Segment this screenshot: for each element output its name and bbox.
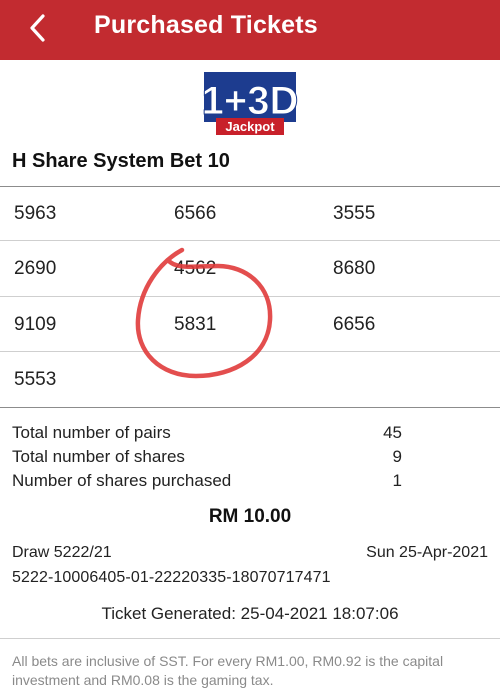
summary-value: 45: [383, 423, 402, 442]
app-bar: Purchased Tickets: [0, 0, 500, 60]
logo-sub-text: Jackpot: [225, 119, 275, 134]
bet-number: 3555: [333, 203, 376, 224]
page-title: Purchased Tickets: [94, 11, 318, 39]
bet-number: 5553: [14, 369, 57, 390]
summary-value: 9: [392, 447, 402, 466]
divider: [0, 407, 500, 408]
summary-label: Total number of shares: [12, 447, 185, 466]
total-amount: RM 10.00: [208, 506, 292, 527]
bet-number: 5831: [174, 314, 217, 335]
back-button[interactable]: [22, 8, 54, 48]
ticket-number: 5222-10006405-01-22220335-18070717471: [12, 569, 331, 586]
summary-label: Total number of pairs: [12, 423, 171, 442]
summary-label: Number of shares purchased: [12, 471, 232, 490]
ticket-generated: Ticket Generated: 25-04-2021 18:07:06: [101, 604, 399, 623]
jackpot-logo: 1+3D Jackpot: [201, 70, 299, 137]
bet-number: 2690: [14, 258, 57, 279]
draw-number: Draw 5222/21: [12, 544, 112, 561]
chevron-left-icon: [30, 14, 45, 42]
bet-number: 6566: [174, 203, 217, 224]
divider: [0, 638, 500, 639]
row-divider: [0, 351, 500, 352]
logo-main-text: 1+3D: [202, 79, 298, 123]
summary-row-shares: Total number of shares 9: [12, 447, 402, 471]
bet-number: 6656: [333, 314, 376, 335]
bet-number: 8680: [333, 258, 376, 279]
summary-row-pairs: Total number of pairs 45: [12, 423, 402, 447]
bet-number: 4562: [174, 258, 217, 279]
draw-date: Sun 25-Apr-2021: [366, 544, 488, 561]
disclaimer-text: All bets are inclusive of SST. For every…: [12, 653, 444, 688]
summary-row-purchased: Number of shares purchased 1: [12, 471, 402, 495]
bet-number: 9109: [14, 314, 57, 335]
summary-value: 1: [392, 471, 402, 490]
bet-title: H Share System Bet 10: [12, 150, 230, 172]
row-divider: [0, 240, 500, 241]
divider: [0, 186, 500, 187]
bet-number: 5963: [14, 203, 57, 224]
row-divider: [0, 296, 500, 297]
